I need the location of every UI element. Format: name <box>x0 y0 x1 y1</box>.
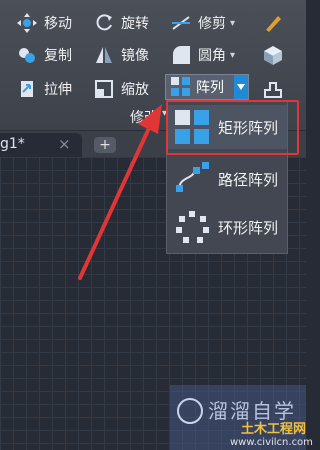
annotation-arrow-icon <box>78 104 162 280</box>
site-name: 土木工程网 <box>240 422 306 437</box>
play-logo-icon <box>177 398 203 424</box>
site-watermark: 土木工程网 www.civilcn.com <box>230 418 313 450</box>
site-url: www.civilcn.com <box>230 437 313 448</box>
